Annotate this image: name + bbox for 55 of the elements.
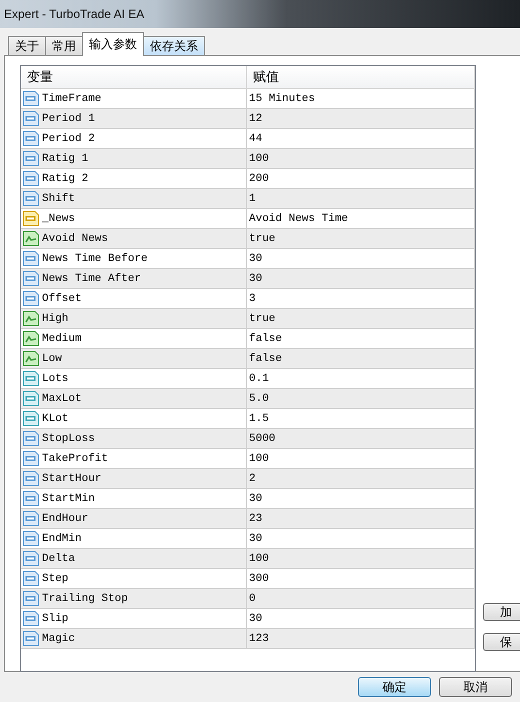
parameter-name: KLot — [42, 412, 68, 424]
integer-icon — [23, 631, 39, 646]
integer-icon — [23, 551, 39, 566]
tab[interactable]: 输入参数 — [82, 32, 144, 56]
boolean-icon — [23, 351, 39, 366]
cancel-button[interactable]: 取消 — [439, 677, 512, 697]
parameter-name: Low — [42, 352, 62, 364]
window-title: Expert - TurboTrade AI EA — [4, 7, 144, 21]
parameter-name: MaxLot — [42, 392, 82, 404]
parameter-name: StopLoss — [42, 432, 95, 444]
side-button[interactable]: 保 — [483, 633, 520, 651]
tab[interactable]: 依存关系 — [143, 36, 205, 56]
parameter-name: Offset — [42, 292, 82, 304]
parameter-name: Period 1 — [42, 112, 95, 124]
parameter-name: News Time Before — [42, 252, 148, 264]
parameter-name: StartHour — [42, 472, 102, 484]
tab[interactable]: 常用 — [45, 36, 83, 56]
decimal-icon — [23, 391, 39, 406]
integer-icon — [23, 151, 39, 166]
integer-icon — [23, 191, 39, 206]
parameter-name: EndMin — [42, 532, 82, 544]
parameter-name: High — [42, 312, 68, 324]
column-header[interactable]: 赋值 — [247, 66, 475, 89]
column-header[interactable]: 变量 — [21, 66, 247, 89]
parameter-name: Trailing Stop — [42, 592, 128, 604]
parameter-name: News Time After — [42, 272, 142, 284]
parameter-name: Avoid News — [42, 232, 108, 244]
parameter-name: Ratig 1 — [42, 152, 88, 164]
integer-icon — [23, 591, 39, 606]
parameter-name: Lots — [42, 372, 68, 384]
parameter-name: Period 2 — [42, 132, 95, 144]
integer-icon — [23, 271, 39, 286]
parameter-name: Ratig 2 — [42, 172, 88, 184]
boolean-icon — [23, 331, 39, 346]
parameter-name: TakeProfit — [42, 452, 108, 464]
parameter-name: Shift — [42, 192, 76, 204]
tab[interactable]: 关于 — [8, 36, 46, 56]
parameter-name: StartMin — [42, 492, 95, 504]
parameter-name: Medium — [42, 332, 82, 344]
value-cell[interactable]: 123 — [247, 629, 475, 649]
parameter-name: Slip — [42, 612, 68, 624]
ok-button[interactable]: 确定 — [358, 677, 431, 697]
parameter-name: Magic — [42, 632, 76, 644]
integer-icon — [23, 471, 39, 486]
boolean-icon — [23, 311, 39, 326]
parameter-name: Delta — [42, 552, 76, 564]
parameter-name: TimeFrame — [42, 92, 102, 104]
parameter-name: Step — [42, 572, 68, 584]
integer-icon — [23, 431, 39, 446]
parameter-name: _News — [42, 212, 76, 224]
integer-icon — [23, 111, 39, 126]
boolean-icon — [23, 231, 39, 246]
side-button[interactable]: 加 — [483, 603, 520, 621]
parameter-name: EndHour — [42, 512, 88, 524]
integer-icon — [23, 511, 39, 526]
